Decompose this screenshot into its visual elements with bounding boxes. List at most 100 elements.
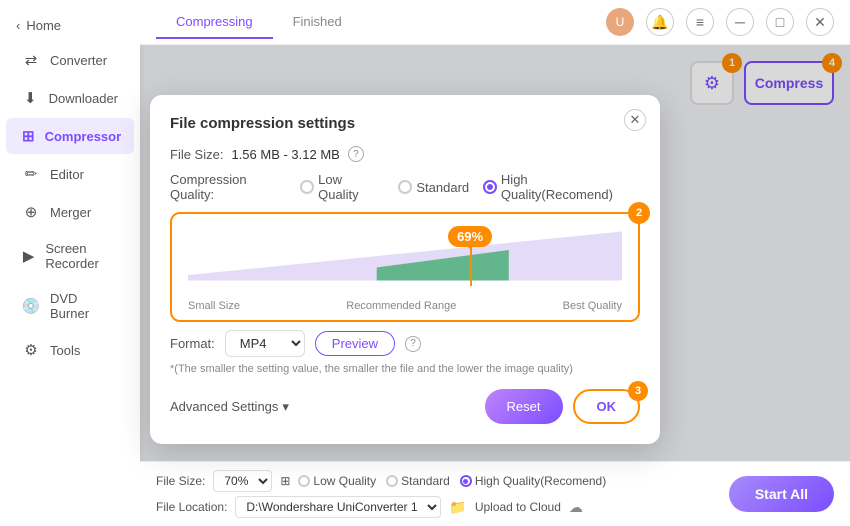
- sidebar: ‹ Home ⇄ Converter ⬇ Downloader ⊞ Compre…: [0, 0, 140, 526]
- bottom-file-size-row: File Size: 70% 50% 80% ⊞ Low Quality Sta…: [156, 470, 606, 492]
- start-all-button[interactable]: Start All: [729, 476, 834, 512]
- sidebar-back-button[interactable]: ‹ Home: [0, 10, 140, 41]
- percentage-bubble: 69%: [448, 226, 492, 247]
- modal-title: File compression settings: [170, 115, 640, 132]
- bottom-quality-standard[interactable]: Standard: [386, 474, 450, 488]
- chart-area: 69%: [188, 226, 622, 296]
- quality-standard[interactable]: Standard: [398, 180, 469, 195]
- bottom-file-location-row: File Location: D:\Wondershare UniConvert…: [156, 496, 606, 518]
- quality-options: Low Quality Standard High Quality(Recome…: [300, 172, 640, 202]
- file-compression-modal: File compression settings ✕ File Size: 1…: [150, 95, 660, 444]
- tab-compressing[interactable]: Compressing: [156, 6, 273, 39]
- format-label: Format:: [170, 336, 215, 351]
- bottom-quality-options: Low Quality Standard High Quality(Recome…: [298, 474, 606, 488]
- bottom-quality-low-radio[interactable]: [298, 475, 310, 487]
- compressor-icon: ⊞: [22, 127, 35, 145]
- footer-buttons: Reset OK 3: [485, 389, 640, 424]
- quality-icon: ⊞: [280, 474, 290, 488]
- compression-quality-label: Compression Quality:: [170, 172, 292, 202]
- bottom-quality-high-radio[interactable]: [460, 475, 472, 487]
- compression-note: *(The smaller the setting value, the sma…: [170, 363, 640, 375]
- sidebar-item-label: Merger: [50, 205, 91, 220]
- cloud-icon[interactable]: ☁: [569, 499, 583, 516]
- main-area: Compressing Finished U 🔔 ≡ ─ □ ✕ ⚙ 1 Com…: [140, 0, 850, 526]
- topbar-icons: U 🔔 ≡ ─ □ ✕: [606, 8, 834, 36]
- advanced-settings-link[interactable]: Advanced Settings ▾: [170, 399, 289, 415]
- bottom-quality-high[interactable]: High Quality(Recomend): [460, 474, 606, 488]
- step-3-badge: 3: [628, 381, 648, 401]
- bottom-file-size-label: File Size:: [156, 474, 205, 488]
- quality-high[interactable]: High Quality(Recomend): [483, 172, 640, 202]
- format-select[interactable]: MP4 MOV AVI: [225, 330, 305, 357]
- chevron-down-icon: ▾: [282, 399, 289, 415]
- file-size-label: File Size:: [170, 147, 223, 162]
- format-row: Format: MP4 MOV AVI Preview ?: [170, 330, 640, 357]
- ok-button[interactable]: OK 3: [573, 389, 641, 424]
- chart-labels: Small Size Recommended Range Best Qualit…: [188, 300, 622, 312]
- screen-recorder-icon: ▶: [22, 247, 35, 265]
- best-quality-label: Best Quality: [563, 300, 622, 312]
- compression-chart: 2 69% Small Size: [170, 212, 640, 322]
- bottom-file-location-label: File Location:: [156, 500, 227, 514]
- preview-button[interactable]: Preview: [315, 331, 395, 356]
- folder-icon[interactable]: 📁: [449, 499, 466, 516]
- user-avatar[interactable]: U: [606, 8, 634, 36]
- bottom-bar: File Size: 70% 50% 80% ⊞ Low Quality Sta…: [140, 461, 850, 526]
- topbar-tabs: Compressing Finished: [156, 6, 362, 39]
- content-area: ⚙ 1 Compress 4 File compression settings…: [140, 45, 850, 461]
- sidebar-item-merger[interactable]: ⊕ Merger: [6, 194, 134, 230]
- small-size-label: Small Size: [188, 300, 240, 312]
- notification-icon[interactable]: 🔔: [646, 8, 674, 36]
- close-icon[interactable]: ✕: [806, 8, 834, 36]
- reset-button[interactable]: Reset: [485, 389, 563, 424]
- quality-standard-radio[interactable]: [398, 180, 412, 194]
- sidebar-item-label: Downloader: [49, 91, 118, 106]
- tools-icon: ⚙: [22, 341, 40, 359]
- sidebar-item-downloader[interactable]: ⬇ Downloader: [6, 80, 134, 116]
- sidebar-item-editor[interactable]: ✏ Editor: [6, 156, 134, 192]
- format-help-icon[interactable]: ?: [405, 336, 421, 352]
- step-2-badge: 2: [628, 202, 650, 224]
- quality-low-radio[interactable]: [300, 180, 314, 194]
- bottom-bar-left: File Size: 70% 50% 80% ⊞ Low Quality Sta…: [156, 470, 606, 518]
- sidebar-item-label: Screen Recorder: [45, 241, 118, 271]
- recommended-label: Recommended Range: [346, 300, 456, 312]
- sidebar-item-converter[interactable]: ⇄ Converter: [6, 42, 134, 78]
- merger-icon: ⊕: [22, 203, 40, 221]
- topbar: Compressing Finished U 🔔 ≡ ─ □ ✕: [140, 0, 850, 45]
- sidebar-item-label: DVD Burner: [50, 291, 118, 321]
- bottom-quality-standard-radio[interactable]: [386, 475, 398, 487]
- maximize-icon[interactable]: □: [766, 8, 794, 36]
- sidebar-item-dvd-burner[interactable]: 💿 DVD Burner: [6, 282, 134, 330]
- tab-finished[interactable]: Finished: [273, 6, 362, 39]
- chevron-left-icon: ‹: [16, 18, 20, 33]
- quality-low[interactable]: Low Quality: [300, 172, 384, 202]
- dvd-burner-icon: 💿: [22, 297, 40, 315]
- quality-high-radio[interactable]: [483, 180, 497, 194]
- converter-icon: ⇄: [22, 51, 40, 69]
- sidebar-item-compressor[interactable]: ⊞ Compressor: [6, 118, 134, 154]
- sidebar-item-label: Compressor: [45, 129, 122, 144]
- sidebar-back-label: Home: [26, 18, 61, 33]
- bottom-upload-cloud-label: Upload to Cloud: [475, 500, 561, 514]
- editor-icon: ✏: [22, 165, 40, 183]
- modal-close-button[interactable]: ✕: [624, 109, 646, 131]
- sidebar-item-tools[interactable]: ⚙ Tools: [6, 332, 134, 368]
- downloader-icon: ⬇: [22, 89, 39, 107]
- modal-footer: Advanced Settings ▾ Reset OK 3: [170, 389, 640, 424]
- bottom-quality-low[interactable]: Low Quality: [298, 474, 376, 488]
- modal-overlay: File compression settings ✕ File Size: 1…: [140, 45, 850, 461]
- compression-quality-row: Compression Quality: Low Quality Standar…: [170, 172, 640, 202]
- minimize-icon[interactable]: ─: [726, 8, 754, 36]
- chart-svg: [188, 226, 622, 286]
- bottom-file-size-select[interactable]: 70% 50% 80%: [213, 470, 272, 492]
- file-size-value: 1.56 MB - 3.12 MB: [231, 147, 339, 162]
- file-size-help-icon[interactable]: ?: [348, 146, 364, 162]
- sidebar-item-label: Editor: [50, 167, 84, 182]
- sidebar-item-label: Tools: [50, 343, 80, 358]
- sidebar-item-screen-recorder[interactable]: ▶ Screen Recorder: [6, 232, 134, 280]
- menu-icon[interactable]: ≡: [686, 8, 714, 36]
- bottom-file-location-select[interactable]: D:\Wondershare UniConverter 1: [235, 496, 441, 518]
- sidebar-item-label: Converter: [50, 53, 107, 68]
- file-size-row: File Size: 1.56 MB - 3.12 MB ?: [170, 146, 640, 162]
